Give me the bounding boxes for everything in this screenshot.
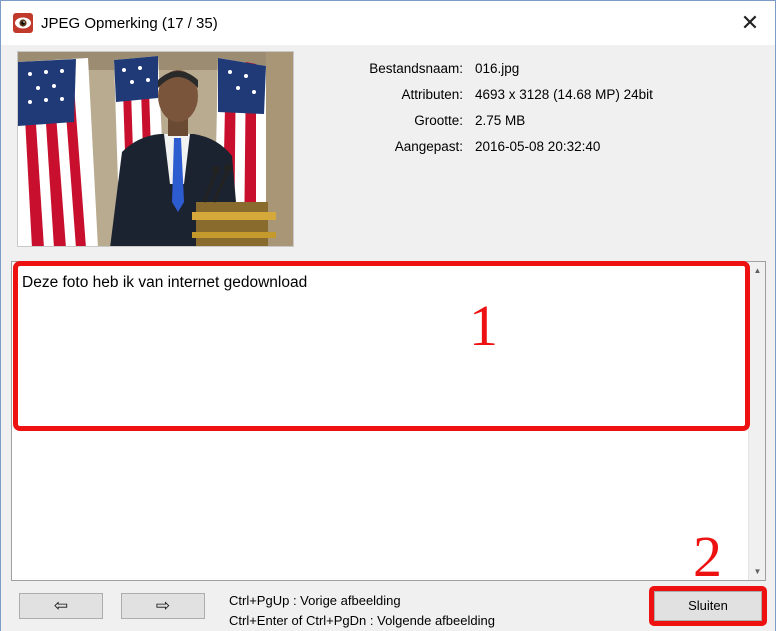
image-thumbnail — [17, 51, 294, 247]
hint-next: Ctrl+Enter of Ctrl+PgDn : Volgende afbee… — [229, 613, 495, 628]
jpeg-comment-dialog: JPEG Opmerking (17 / 35) ✕ Bestandsnaam:… — [0, 0, 776, 631]
thumbnail-photo — [18, 52, 293, 246]
info-row-modified: Aangepast: 2016-05-08 20:32:40 — [301, 139, 761, 165]
title-bar: JPEG Opmerking (17 / 35) ✕ — [1, 1, 775, 45]
scroll-down-arrow-icon[interactable]: ▼ — [749, 563, 766, 580]
flag-left — [18, 58, 98, 246]
highlight-box-close — [649, 586, 767, 626]
modified-label: Aangepast: — [394, 139, 463, 154]
eye-app-icon — [13, 13, 33, 33]
hint-previous: Ctrl+PgUp : Vorige afbeelding — [229, 593, 401, 608]
info-row-size: Grootte: 2.75 MB — [301, 113, 761, 139]
highlight-box-comment — [13, 261, 750, 431]
size-value: 2.75 MB — [475, 113, 526, 128]
info-row-attributes: Attributen: 4693 x 3128 (14.68 MP) 24bit — [301, 87, 761, 113]
info-row-filename: Bestandsnaam: 016.jpg — [301, 61, 761, 87]
annotation-number-2: 2 — [693, 524, 722, 589]
attributes-label: Attributen: — [401, 87, 463, 102]
annotation-number-1: 1 — [469, 293, 498, 358]
next-image-button[interactable]: ⇨ — [121, 593, 205, 619]
attributes-value: 4693 x 3128 (14.68 MP) 24bit — [475, 87, 653, 102]
close-icon[interactable]: ✕ — [735, 9, 765, 37]
filename-value: 016.jpg — [475, 61, 520, 76]
size-label: Grootte: — [414, 113, 463, 128]
file-info-panel: Bestandsnaam: 016.jpg Attributen: 4693 x… — [301, 61, 761, 165]
comment-scrollbar[interactable]: ▲ ▼ — [748, 262, 765, 580]
previous-image-button[interactable]: ⇦ — [19, 593, 103, 619]
scroll-up-arrow-icon[interactable]: ▲ — [749, 262, 766, 279]
window-title: JPEG Opmerking (17 / 35) — [41, 15, 218, 32]
filename-label: Bestandsnaam: — [369, 61, 463, 76]
modified-value: 2016-05-08 20:32:40 — [475, 139, 601, 154]
